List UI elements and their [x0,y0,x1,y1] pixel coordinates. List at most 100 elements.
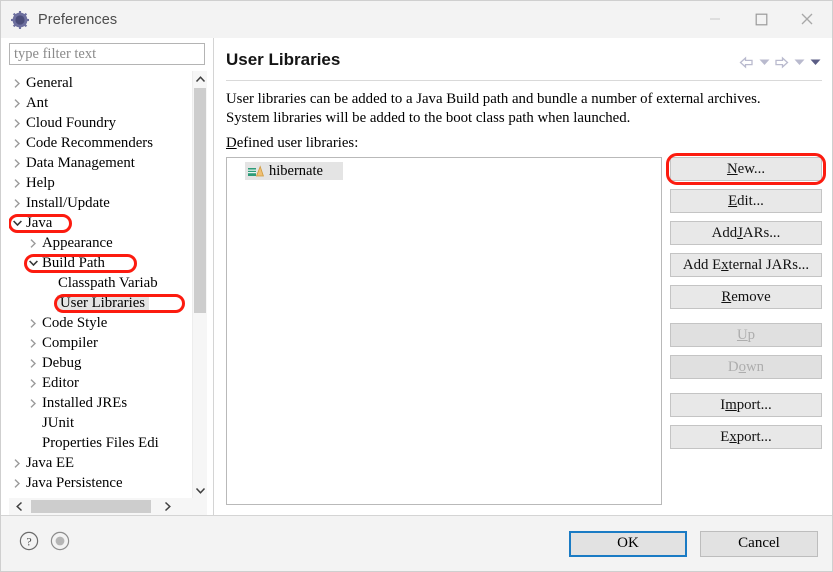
button-label-mnemonic: R [721,288,732,305]
chevron-right-icon[interactable] [9,458,25,469]
button-label-mnemonic: E [728,192,738,209]
scroll-right-icon[interactable] [157,498,177,515]
tree-item-ant[interactable]: Ant [9,93,192,113]
tree-item-java-ee[interactable]: Java EE [9,453,192,473]
export-button[interactable]: Ex port... [670,425,822,449]
tree-item-label: User Libraries [57,294,150,312]
more-menu-chevron-down-icon[interactable] [808,53,822,71]
chevron-right-icon[interactable] [9,178,25,189]
user-libraries-list[interactable]: hibernate [226,157,662,505]
tree-item-junit[interactable]: JUnit [9,413,192,433]
scroll-down-icon[interactable] [193,482,207,498]
tree-item-java-persistence[interactable]: Java Persistence [9,473,192,493]
tree-item-code-style[interactable]: Code Style [9,313,192,333]
back-arrow-icon[interactable] [738,53,755,71]
button-label-suffix: dit... [737,192,764,209]
chevron-right-icon[interactable] [9,478,25,489]
add-jars-button[interactable]: Add J ARs... [670,221,822,245]
edit-button[interactable]: Edit... [670,189,822,213]
scroll-left-icon[interactable] [9,498,29,515]
chevron-right-icon[interactable] [25,238,41,249]
window-controls [692,1,830,37]
page-title: User Libraries [226,50,341,69]
footer-buttons: OK Cancel [569,530,818,557]
chevron-right-icon[interactable] [9,78,25,89]
tree-item-installed-jres[interactable]: Installed JREs [9,393,192,413]
forward-arrow-icon[interactable] [773,53,790,71]
forward-menu-chevron-down-icon[interactable] [792,53,806,71]
tree-item-label: Editor [42,374,79,391]
import-button[interactable]: Im port... [670,393,822,417]
chevron-down-icon[interactable] [25,259,41,267]
button-label-prefix: E [720,428,730,445]
chevron-right-icon[interactable] [25,398,41,409]
preference-page-pane: User Libraries User libraries can be add… [214,38,832,515]
info-circle-icon[interactable] [50,531,70,556]
filter-input[interactable]: type filter text [9,43,205,65]
tree-item-appearance[interactable]: Appearance [9,233,192,253]
tree-item-general[interactable]: General [9,73,192,93]
tree-item-classpath-variab[interactable]: Classpath Variab [9,273,192,293]
tree-item-java[interactable]: Java [9,213,192,233]
tree-item-label: Compiler [42,334,98,351]
button-label-mnemonic: m [725,396,737,413]
help-question-icon[interactable]: ? [19,531,39,556]
tree-item-compiler[interactable]: Compiler [9,333,192,353]
tree-item-label: Appearance [42,234,113,251]
up-button: Up [670,323,822,347]
tree-item-data-management[interactable]: Data Management [9,153,192,173]
ok-button[interactable]: OK [569,530,687,557]
chevron-right-icon[interactable] [9,138,25,149]
preferences-dialog: Preferences type filter text General Ant… [0,0,833,572]
tree-horizontal-scrollbar[interactable] [9,498,207,515]
maximize-icon[interactable] [738,1,784,37]
page-nav-controls [738,50,822,71]
tree-item-label: Help [26,174,55,191]
chevron-right-icon[interactable] [25,358,41,369]
chevron-right-icon[interactable] [25,338,41,349]
tree-item-label: Ant [26,94,49,111]
chevron-right-icon[interactable] [9,98,25,109]
new-button[interactable]: New... [670,157,822,181]
library-list-item[interactable]: hibernate [245,162,343,180]
add-external-jars-button[interactable]: Add Ex ternal JARs... [670,253,822,277]
chevron-right-icon[interactable] [9,118,25,129]
close-icon[interactable] [784,1,830,37]
page-header: User Libraries [226,38,822,81]
scroll-up-icon[interactable] [193,71,207,87]
remove-button[interactable]: Remove [670,285,822,309]
chevron-right-icon[interactable] [25,318,41,329]
defined-label-rest: efined user libraries: [236,135,359,151]
button-label-suffix: p [747,326,756,343]
button-label-mnemonic: x [729,428,737,445]
tree-item-user-libraries[interactable]: User Libraries [9,293,192,313]
tree-item-editor[interactable]: Editor [9,373,192,393]
tree-item-build-path[interactable]: Build Path [9,253,192,273]
tree-scroll-area: General Ant Cloud Foundry Code Recommenders… [9,71,207,498]
preference-tree-pane: type filter text General Ant Cloud Foundry… [1,38,213,515]
chevron-right-icon[interactable] [9,198,25,209]
minimize-icon[interactable] [692,1,738,37]
tree-item-help[interactable]: Help [9,173,192,193]
hscroll-thumb[interactable] [31,500,151,513]
library-books-icon [247,164,264,178]
tree-item-label: Code Recommenders [26,134,153,151]
chevron-right-icon[interactable] [9,158,25,169]
tree-vertical-scrollbar[interactable] [192,71,207,498]
button-label-suffix: port... [736,428,772,445]
tree-item-cloud-foundry[interactable]: Cloud Foundry [9,113,192,133]
cancel-button[interactable]: Cancel [700,530,818,557]
scroll-thumb[interactable] [194,88,206,313]
tree-item-install-update[interactable]: Install/Update [9,193,192,213]
tree-item-debug[interactable]: Debug [9,353,192,373]
tree-item-code-recommenders[interactable]: Code Recommenders [9,133,192,153]
preference-tree[interactable]: General Ant Cloud Foundry Code Recommenders… [9,71,192,498]
back-menu-chevron-down-icon[interactable] [757,53,771,71]
tree-item-properties-files-edi[interactable]: Properties Files Edi [9,433,192,453]
button-label-mnemonic: N [726,160,738,177]
tree-item-label: Java [26,214,53,231]
chevron-down-icon[interactable] [9,219,25,227]
button-label-mnemonic: x [721,256,729,273]
button-label-suffix: ew... [737,160,766,177]
chevron-right-icon[interactable] [25,378,41,389]
